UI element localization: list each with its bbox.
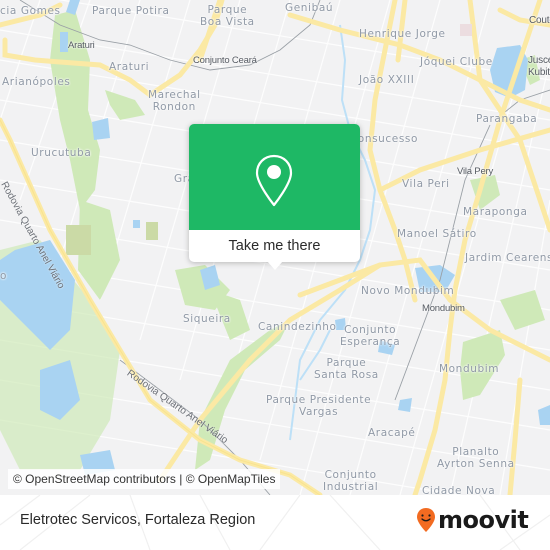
location-popup[interactable]: Take me there bbox=[189, 124, 360, 270]
place-label: Manoel Sátiro bbox=[397, 228, 477, 240]
place-label: Araturi bbox=[109, 61, 150, 73]
place-label: Parangaba bbox=[476, 113, 538, 125]
moovit-logo[interactable]: moovit bbox=[416, 504, 529, 536]
place-label: Couto bbox=[529, 15, 550, 26]
place-label: cia Gomes bbox=[0, 5, 61, 17]
footer-bar: Eletrotec Servicos, Fortaleza Region moo… bbox=[0, 495, 550, 550]
place-label: Aracapé bbox=[368, 427, 416, 439]
place-label: Jóquei Clube bbox=[420, 56, 493, 68]
place-label: Parque Boa Vista bbox=[200, 4, 255, 28]
place-label: o bbox=[0, 270, 8, 282]
place-label: Mondubim bbox=[439, 363, 500, 375]
popup-header bbox=[189, 124, 360, 230]
place-label: Siqueira bbox=[183, 313, 231, 325]
place-label: Parque Santa Rosa bbox=[314, 357, 379, 381]
take-me-there-button[interactable]: Take me there bbox=[189, 230, 360, 262]
place-label: Conjunto Esperança bbox=[340, 324, 401, 348]
poi-label: Mondubim bbox=[422, 303, 465, 314]
place-label: Parque Presidente Vargas bbox=[266, 394, 372, 418]
poi-label: Conjunto Ceará bbox=[193, 55, 257, 66]
poi-label: Araturi bbox=[68, 40, 95, 51]
place-label: João XXIII bbox=[359, 74, 415, 86]
popup-pointer bbox=[267, 261, 283, 270]
moovit-wordmark: moovit bbox=[438, 506, 529, 534]
place-label: Urucutuba bbox=[31, 147, 92, 159]
place-label: Planalto Ayrton Senna bbox=[437, 446, 515, 470]
map-view[interactable]: cia Gomes Parque Potira Parque Boa Vista… bbox=[0, 0, 550, 495]
place-label: Jardim Cearense bbox=[465, 252, 550, 264]
place-label: Maraponga bbox=[463, 206, 528, 218]
place-label: Canindezinho bbox=[258, 321, 337, 333]
place-label: Genibaú bbox=[285, 2, 334, 14]
map-attribution[interactable]: © OpenStreetMap contributors | © OpenMap… bbox=[8, 469, 281, 489]
map-pin-icon bbox=[255, 154, 293, 207]
place-label: Henrique Jorge bbox=[359, 28, 446, 40]
poi-label: Vila Pery bbox=[457, 166, 494, 177]
place-label: Jusce Kubits bbox=[528, 55, 550, 78]
place-label: Novo Mondubim bbox=[361, 285, 455, 297]
place-label: Conjunto Industrial bbox=[323, 469, 379, 493]
place-label: Cidade Nova bbox=[422, 485, 496, 495]
place-label: Parque Potira bbox=[92, 5, 170, 17]
place-label: Vila Peri bbox=[402, 178, 450, 190]
moovit-pin-icon bbox=[417, 508, 435, 532]
place-label: Arianópoles bbox=[2, 76, 71, 88]
place-label: Bonsucesso bbox=[350, 133, 419, 145]
place-label: Marechal Rondon bbox=[148, 89, 201, 113]
location-title: Eletrotec Servicos, Fortaleza Region bbox=[20, 512, 256, 528]
